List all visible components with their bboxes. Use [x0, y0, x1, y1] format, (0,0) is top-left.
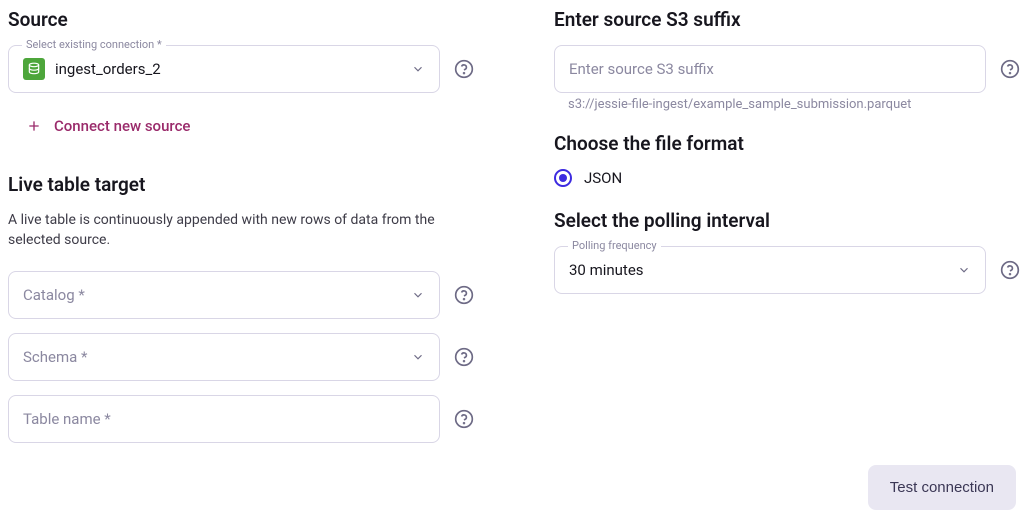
help-icon[interactable]: [1000, 260, 1020, 280]
polling-frequency-label: Polling frequency: [568, 239, 661, 252]
source-title: Source: [8, 8, 474, 31]
live-target-description: A live table is continuously appended wi…: [8, 210, 474, 251]
chevron-down-icon: [411, 350, 425, 364]
chevron-down-icon: [957, 263, 971, 277]
chevron-down-icon: [411, 62, 425, 76]
help-icon[interactable]: [1000, 59, 1020, 79]
help-icon[interactable]: [454, 409, 474, 429]
connect-new-source-button[interactable]: Connect new source: [8, 107, 474, 153]
plus-icon: [26, 118, 42, 134]
polling-title: Select the polling interval: [554, 209, 1020, 232]
polling-frequency-select[interactable]: 30 minutes: [554, 246, 986, 294]
schema-select[interactable]: Schema *: [8, 333, 440, 381]
s3-suffix-title: Enter source S3 suffix: [554, 8, 1020, 31]
connection-label: Select existing connection *: [22, 38, 166, 51]
s3-suffix-input[interactable]: [554, 45, 986, 93]
connection-select[interactable]: ingest_orders_2: [8, 45, 440, 93]
catalog-select[interactable]: Catalog *: [8, 271, 440, 319]
polling-frequency-value: 30 minutes: [569, 261, 947, 279]
catalog-placeholder: Catalog *: [23, 286, 401, 304]
s3-suffix-hint: s3://jessie-file-ingest/example_sample_s…: [568, 97, 1020, 112]
help-icon[interactable]: [454, 285, 474, 305]
connect-new-label: Connect new source: [54, 117, 190, 135]
radio-icon: [554, 169, 572, 187]
live-target-title: Live table target: [8, 173, 474, 196]
test-connection-button[interactable]: Test connection: [868, 465, 1016, 510]
help-icon[interactable]: [454, 59, 474, 79]
connection-value: ingest_orders_2: [55, 60, 401, 78]
schema-placeholder: Schema *: [23, 348, 401, 366]
database-icon: [23, 58, 45, 80]
file-format-json-radio[interactable]: JSON: [554, 169, 1020, 187]
chevron-down-icon: [411, 288, 425, 302]
table-name-input[interactable]: [8, 395, 440, 443]
file-format-json-label: JSON: [584, 169, 622, 187]
file-format-title: Choose the file format: [554, 132, 1020, 155]
help-icon[interactable]: [454, 347, 474, 367]
